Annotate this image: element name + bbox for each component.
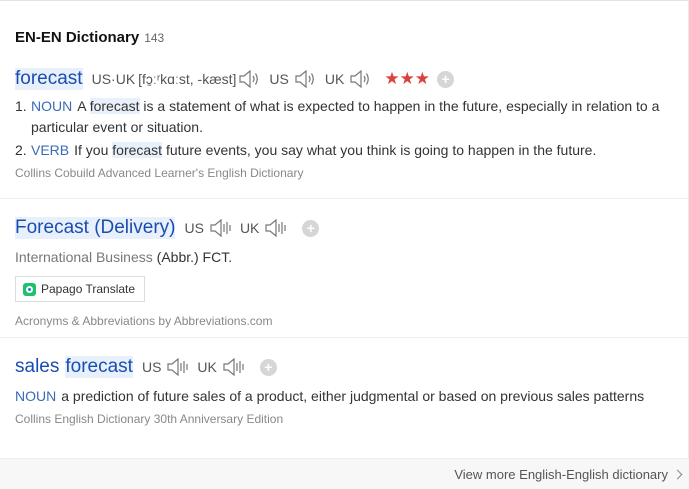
highlight-term: forecast [89,98,140,114]
result-count: 143 [144,31,165,45]
view-more-link[interactable]: View more English-English dictionary [454,467,683,482]
source-label: Collins English Dictionary 30th Annivers… [15,412,284,426]
entry-word[interactable]: forecast [15,68,83,90]
uk-label: UK [239,220,260,236]
add-wordbook-button[interactable]: + [302,219,320,237]
definition-abbr: International Business (Abbr.) FCT. [15,247,674,268]
speaker-us-icon[interactable] [165,358,189,376]
entry-word-prefix[interactable]: sales [15,356,59,378]
speaker-uk-icon[interactable] [221,358,245,376]
papago-label: Papago Translate [41,282,136,296]
divider [0,337,689,338]
category-label: International Business [15,249,153,265]
footer: View more English-English dictionary [0,458,689,489]
uk-label: UK [197,359,217,375]
us-label: US [141,359,162,375]
us-label: US [269,71,289,87]
pron-label: US·UK [91,71,136,87]
rating-stars: ★★★ [384,69,431,88]
source-label: Collins Cobuild Advanced Learner's Engli… [15,166,304,180]
pos-noun: NOUN [15,388,57,404]
speaker-uk-icon[interactable] [263,219,287,237]
speaker-us-icon[interactable] [293,70,317,88]
entry-forecast-delivery: Forecast (Delivery) US UK + Internationa… [15,216,674,328]
definition-1: 1. NOUN A forecast is a statement of what … [15,98,660,135]
speaker-uk-icon[interactable] [348,70,372,88]
divider [0,198,689,199]
papago-icon [23,282,36,296]
uk-label: UK [324,71,345,87]
entry-word[interactable]: forecast [65,356,133,378]
pos-verb: VERB [31,142,70,158]
definition-2: 2. VERB If you forecast future events, you… [15,142,597,158]
view-more-label: View more English-English dictionary [454,467,668,482]
pronunciation: [fɔ̱ːʳkɑːst, -kæst] [138,71,237,87]
definition-1: NOUN a prediction of future sales of a pr… [15,388,645,404]
speaker-us-icon[interactable] [208,219,232,237]
speaker-icon[interactable] [237,70,261,88]
entry-word[interactable]: Forecast (Delivery) [15,217,176,239]
papago-wrap: Papago Translate [15,276,674,302]
top-border [0,0,689,1]
abbreviation: (Abbr.) FCT. [156,249,233,265]
chevron-right-icon [672,469,683,480]
section-title: EN-EN Dictionary [15,29,140,46]
us-label: US [184,220,204,236]
entry-forecast: forecast US·UK [fɔ̱ːʳkɑːst, -kæst] US UK [15,67,674,180]
entry-sales-forecast: sales forecast US UK + NOUN a prediction … [15,355,674,426]
source-label: Acronyms & Abbreviations by Abbreviation… [15,314,273,328]
section-header: EN-EN Dictionary 143 [15,29,164,46]
add-wordbook-button[interactable]: + [437,70,455,88]
highlight-term: forecast [112,142,163,158]
pos-noun: NOUN [31,98,73,114]
papago-translate-button[interactable]: Papago Translate [15,276,146,302]
add-wordbook-button[interactable]: + [259,358,277,376]
